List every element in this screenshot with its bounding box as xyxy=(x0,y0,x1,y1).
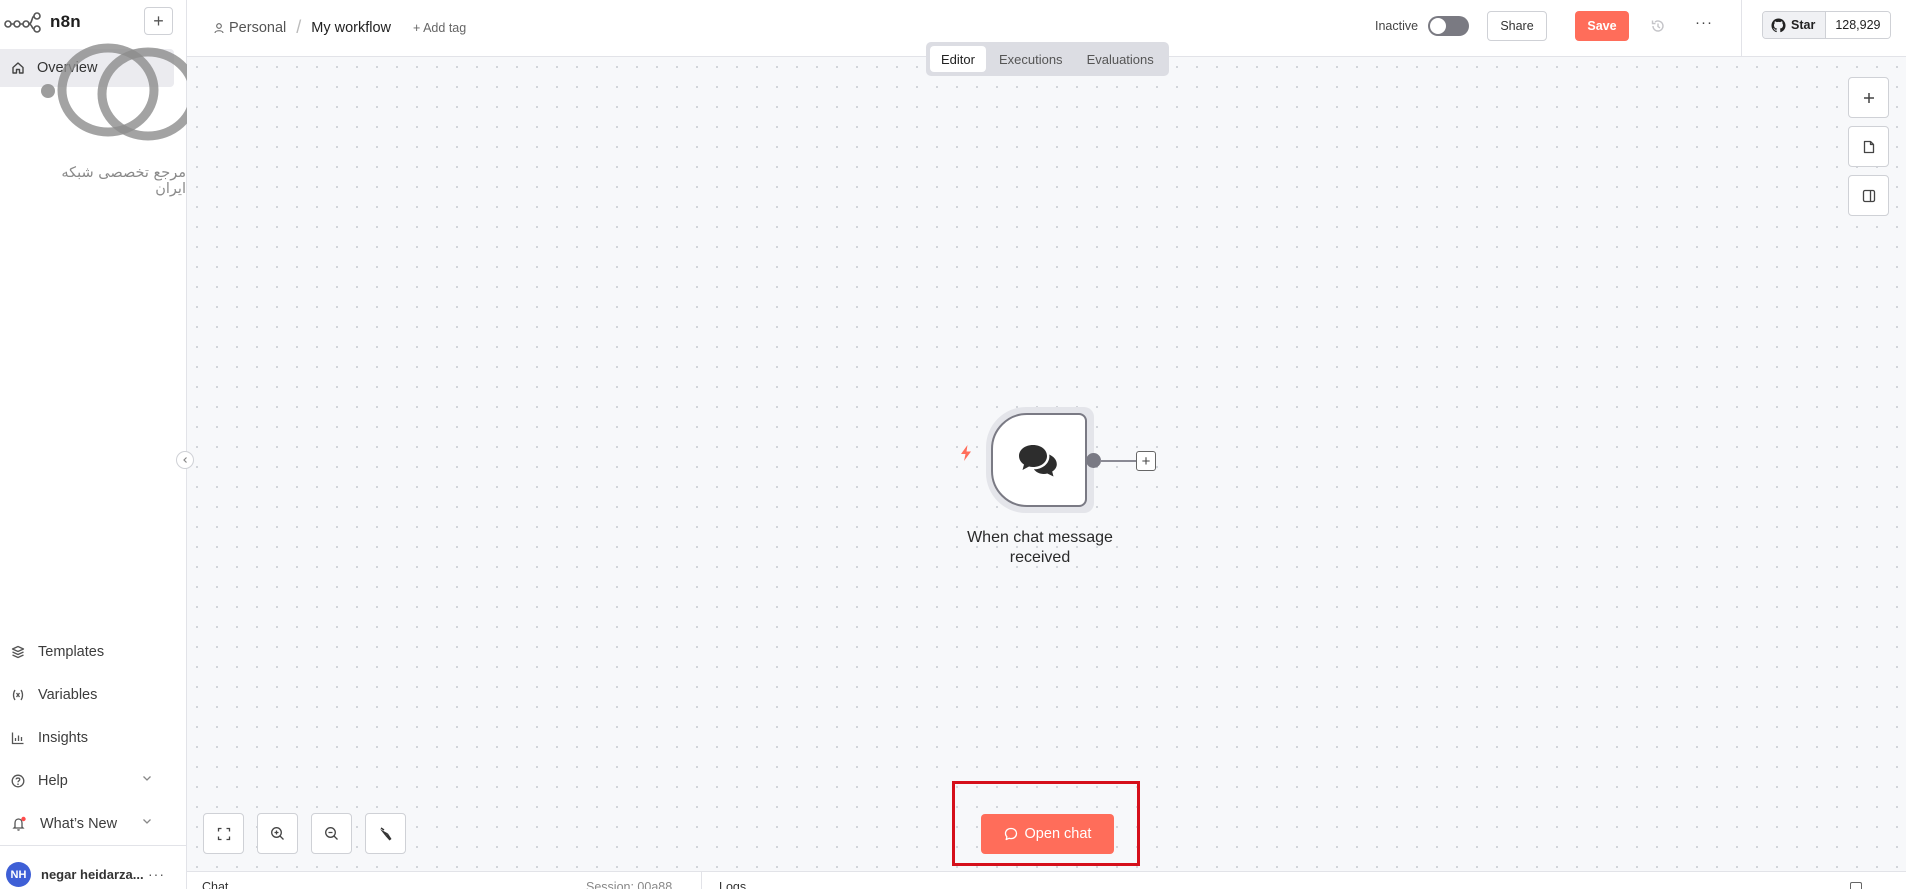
canvas-controls xyxy=(203,813,406,854)
more-options-icon[interactable]: ··· xyxy=(1695,14,1713,31)
add-tag-button[interactable]: + Add tag xyxy=(413,21,466,35)
broom-icon xyxy=(379,826,391,840)
view-tabs: Editor Executions Evaluations xyxy=(926,42,1169,76)
chat-trigger-node[interactable] xyxy=(991,413,1087,507)
node-label: When chat message received xyxy=(967,529,1113,566)
sidebar-item-templates[interactable]: Templates xyxy=(0,630,187,673)
sidebar-item-insights[interactable]: Insights xyxy=(0,716,187,759)
sticky-note-icon xyxy=(1863,140,1874,153)
user-name: negar heidarza... xyxy=(41,867,144,882)
tab-editor[interactable]: Editor xyxy=(930,46,986,72)
collapse-sidebar-button[interactable] xyxy=(176,451,194,469)
sidebar-item-label: What’s New xyxy=(40,815,118,832)
panel-divider xyxy=(701,872,702,889)
history-icon[interactable] xyxy=(1650,18,1666,34)
zoom-in-button[interactable] xyxy=(257,813,298,854)
sidebar: n8n + Overview مرجع تخصصی شبکه ایران Tem… xyxy=(0,0,213,889)
add-next-node-button[interactable]: + xyxy=(1136,451,1156,471)
sidebar-item-label: Insights xyxy=(38,729,88,746)
session-id: Session: 00a88 xyxy=(586,880,673,889)
bell-icon xyxy=(12,816,26,831)
logs-panel-title[interactable]: Logs xyxy=(719,880,746,889)
chat-bubbles-icon xyxy=(1019,445,1057,477)
help-icon xyxy=(11,774,25,787)
plus-icon: + xyxy=(1141,452,1151,470)
avatar: NH xyxy=(6,862,31,887)
sidebar-nav: Templates Variables Insights Help What’s… xyxy=(0,630,187,845)
github-icon xyxy=(1771,17,1786,32)
share-button[interactable]: Share xyxy=(1487,11,1547,41)
chevron-left-icon xyxy=(183,457,187,463)
breadcrumb-separator: / xyxy=(296,17,302,37)
insights-icon xyxy=(11,732,24,744)
open-chat-button[interactable]: Open chat xyxy=(981,814,1114,854)
toggle-knob xyxy=(1430,18,1446,34)
templates-icon xyxy=(11,645,25,658)
variables-icon xyxy=(12,689,24,700)
sidebar-item-whats-new[interactable]: What’s New xyxy=(0,802,187,845)
chat-icon xyxy=(1004,827,1017,841)
add-sticky-note-button[interactable] xyxy=(1848,126,1889,167)
save-button[interactable]: Save xyxy=(1575,11,1629,41)
tab-executions[interactable]: Executions xyxy=(988,46,1074,72)
github-star-widget[interactable]: Star 128,929 xyxy=(1762,11,1891,39)
n8n-logo-icon xyxy=(4,12,41,33)
sidebar-item-help[interactable]: Help xyxy=(0,759,187,802)
tidy-up-button[interactable] xyxy=(365,813,406,854)
open-chat-label: Open chat xyxy=(1024,826,1092,842)
watermark-text: مرجع تخصصی شبکه ایران xyxy=(61,165,186,197)
bottom-panel: Chat Session: 00a88 Logs xyxy=(187,871,1906,889)
fit-view-button[interactable] xyxy=(203,813,244,854)
github-star-count[interactable]: 128,929 xyxy=(1826,12,1890,38)
user-menu[interactable]: NH negar heidarza... xyxy=(6,862,144,887)
add-node-button[interactable] xyxy=(1848,77,1889,118)
sidebar-item-variables[interactable]: Variables xyxy=(0,673,187,716)
trigger-bolt-icon xyxy=(961,445,971,461)
github-star-button[interactable]: Star xyxy=(1763,12,1827,38)
panel-right-icon xyxy=(1862,189,1875,202)
home-icon xyxy=(12,62,24,74)
header-divider xyxy=(1741,0,1742,57)
toggle-panel-button[interactable] xyxy=(1848,175,1889,216)
active-toggle[interactable] xyxy=(1428,16,1469,36)
github-star-label: Star xyxy=(1791,18,1816,32)
brand[interactable]: n8n xyxy=(4,10,81,34)
user-more-icon[interactable]: ··· xyxy=(148,866,165,882)
fullscreen-icon xyxy=(217,827,230,840)
status-label: Inactive xyxy=(1375,19,1419,33)
user-icon xyxy=(214,22,224,33)
node-output-handle[interactable] xyxy=(1086,453,1101,468)
plus-icon xyxy=(1863,92,1874,103)
chevron-down-icon xyxy=(143,819,151,824)
panel-expand-icon[interactable] xyxy=(1850,882,1862,889)
sidebar-item-label: Templates xyxy=(38,643,105,660)
zoom-out-button[interactable] xyxy=(311,813,352,854)
node-output-connector xyxy=(1100,460,1137,462)
chat-panel-title[interactable]: Chat xyxy=(202,880,228,889)
breadcrumb-project[interactable]: Personal xyxy=(229,20,286,36)
tab-evaluations[interactable]: Evaluations xyxy=(1076,46,1165,72)
plus-icon: + xyxy=(153,10,164,31)
chevron-down-icon xyxy=(143,776,151,781)
create-button[interactable]: + xyxy=(144,7,173,35)
sidebar-divider xyxy=(0,845,187,846)
sidebar-item-label: Variables xyxy=(38,686,98,703)
zoom-in-icon xyxy=(271,827,284,840)
brand-name: n8n xyxy=(50,12,81,31)
workflow-name[interactable]: My workflow xyxy=(311,20,391,36)
sidebar-item-label: Help xyxy=(38,772,68,789)
breadcrumb: Personal / My workflow + Add tag xyxy=(213,17,466,38)
workflow-canvas[interactable]: + When chat message received Open chat xyxy=(187,57,1906,871)
zoom-out-icon xyxy=(325,827,338,840)
